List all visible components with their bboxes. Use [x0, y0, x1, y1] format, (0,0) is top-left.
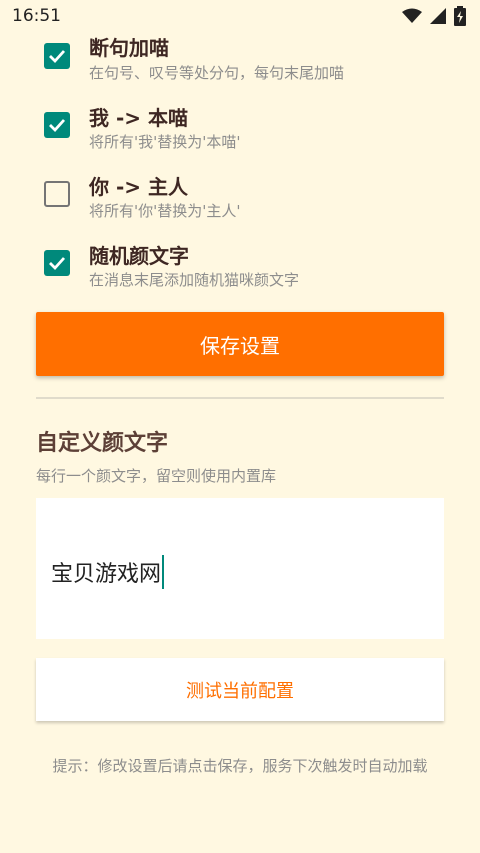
- option-title: 我 -> 本喵: [89, 106, 188, 130]
- section-title: 自定义颜文字: [36, 431, 169, 456]
- battery-charging-icon: [454, 6, 466, 26]
- option-subtitle: 在消息末尾添加随机猫咪颜文字: [89, 271, 300, 289]
- option-sentence-meow[interactable]: 断句加喵 在句号、叹号等处分句，每句末尾加喵: [0, 30, 480, 94]
- option-subtitle: 将所有'你'替换为'主人': [89, 202, 241, 220]
- option-random-kaomoji[interactable]: 随机颜文字 在消息末尾添加随机猫咪颜文字: [0, 238, 480, 302]
- option-subtitle: 将所有'我'替换为'本喵': [89, 133, 241, 151]
- option-title: 你 -> 主人: [89, 175, 188, 199]
- wifi-icon: [402, 8, 422, 24]
- checkbox-unchecked[interactable]: [44, 181, 70, 207]
- status-time: 16:51: [12, 6, 61, 26]
- option-me-to-benmiao[interactable]: 我 -> 本喵 将所有'我'替换为'本喵': [0, 100, 480, 164]
- save-button[interactable]: 保存设置: [36, 312, 444, 376]
- test-config-button[interactable]: 测试当前配置: [36, 658, 444, 721]
- option-subtitle: 在句号、叹号等处分句，每句末尾加喵: [89, 64, 345, 82]
- option-title: 断句加喵: [89, 36, 169, 60]
- option-you-to-master[interactable]: 你 -> 主人 将所有'你'替换为'主人': [0, 169, 480, 233]
- status-icons: [402, 6, 466, 26]
- section-hint: 每行一个颜文字，留空则使用内置库: [36, 467, 277, 485]
- text-caret: [162, 555, 165, 589]
- option-title: 随机颜文字: [89, 244, 189, 268]
- checkbox-checked[interactable]: [44, 250, 70, 276]
- status-bar: 16:51: [0, 0, 480, 32]
- signal-icon: [430, 8, 446, 24]
- checkbox-checked[interactable]: [44, 43, 70, 69]
- divider: [36, 397, 444, 399]
- checkbox-checked[interactable]: [44, 112, 70, 138]
- tip-text: 提示：修改设置后请点击保存，服务下次触发时自动加载: [52, 757, 428, 775]
- kaomoji-input[interactable]: 宝贝游戏网: [36, 498, 444, 639]
- kaomoji-input-value: 宝贝游戏网: [51, 555, 165, 589]
